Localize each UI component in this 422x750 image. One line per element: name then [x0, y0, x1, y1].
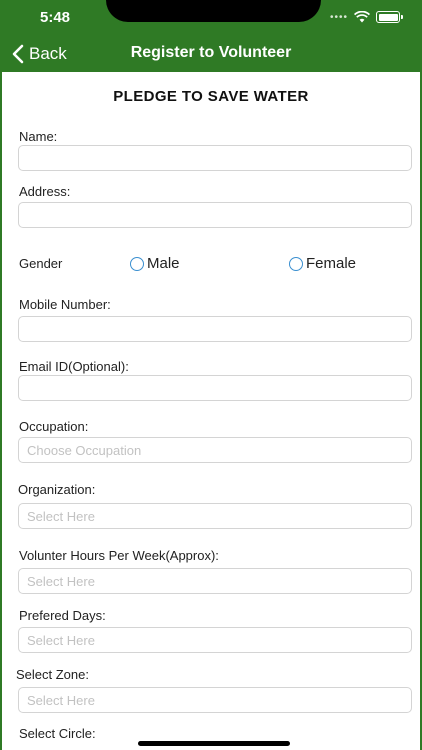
status-icons: ••••	[329, 10, 403, 24]
mobile-field[interactable]	[18, 316, 412, 342]
radio-button-icon	[130, 256, 144, 271]
organization-select[interactable]: Select Here	[18, 503, 412, 529]
form-title: PLEDGE TO SAVE WATER	[113, 88, 309, 105]
battery-icon	[376, 11, 403, 23]
gender-option-male[interactable]: Male	[130, 255, 180, 272]
zone-select[interactable]: Select Here	[18, 687, 412, 713]
navigation-bar: 5:48 •••• Back Register to Volunteer	[0, 0, 422, 72]
organization-label: Organization:	[18, 482, 96, 497]
address-field[interactable]	[18, 202, 412, 228]
gender-option-label: Female	[306, 255, 357, 272]
status-time: 5:48	[40, 9, 71, 26]
occupation-label: Occupation:	[19, 419, 89, 434]
email-field[interactable]	[18, 375, 412, 401]
days-select[interactable]: Select Here	[18, 627, 412, 653]
zone-label: Select Zone:	[16, 667, 89, 682]
hours-select[interactable]: Select Here	[18, 568, 412, 594]
signal-icon: ••••	[329, 11, 348, 23]
gender-label: Gender	[19, 256, 63, 271]
hours-label: Volunter Hours Per Week(Approx):	[19, 548, 219, 563]
wifi-icon	[354, 11, 370, 23]
occupation-select[interactable]: Choose Occupation	[18, 437, 412, 463]
device-notch	[106, 0, 321, 22]
registration-form: PLEDGE TO SAVE WATER Name: Address: Gend…	[0, 72, 422, 750]
gender-option-label: Male	[147, 255, 180, 272]
home-indicator[interactable]	[138, 741, 290, 746]
radio-button-icon	[289, 256, 303, 271]
name-field[interactable]	[18, 145, 412, 171]
email-label: Email ID(Optional):	[19, 359, 129, 374]
name-label: Name:	[19, 129, 58, 144]
circle-label: Select Circle:	[19, 726, 96, 741]
days-label: Prefered Days:	[19, 608, 106, 623]
gender-option-female[interactable]: Female	[289, 255, 356, 272]
page-title: Register to Volunteer	[130, 44, 292, 61]
address-label: Address:	[19, 184, 71, 199]
mobile-label: Mobile Number:	[19, 297, 111, 312]
